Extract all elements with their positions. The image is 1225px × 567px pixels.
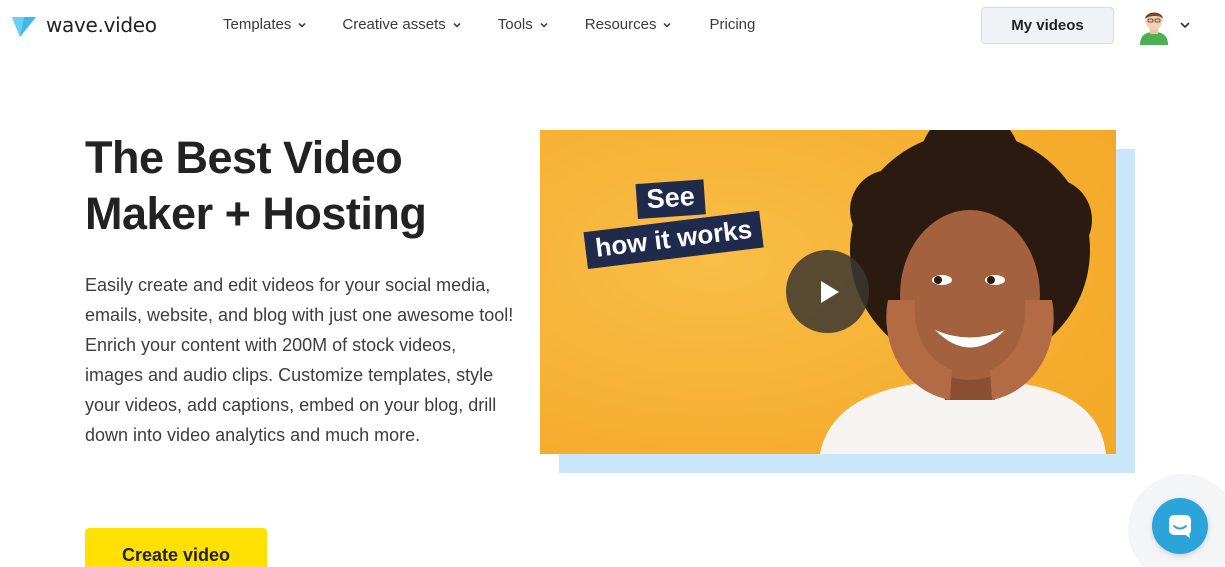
chat-widget-button[interactable] [1152, 498, 1208, 554]
nav-item-creative-assets[interactable]: Creative assets [342, 16, 461, 33]
nav-item-label: Templates [223, 16, 292, 33]
nav-item-label: Pricing [709, 16, 756, 33]
video-player[interactable] [540, 130, 1116, 454]
my-videos-button[interactable]: My videos [981, 7, 1114, 44]
chevron-down-icon [453, 22, 461, 28]
nav-item-templates[interactable]: Templates [223, 16, 307, 33]
hero-paragraph-1: Easily create and edit videos for your s… [85, 275, 514, 325]
play-button[interactable] [786, 250, 869, 333]
create-video-button[interactable]: Create video [85, 528, 267, 567]
nav-item-label: Resources [584, 16, 657, 33]
account-chevron-down-icon[interactable] [1179, 20, 1191, 30]
chevron-down-icon [663, 22, 672, 28]
nav-item-pricing[interactable]: Pricing [709, 16, 755, 33]
wave-logo-icon [12, 17, 36, 37]
nav-item-label: Tools [497, 16, 533, 33]
user-avatar-icon[interactable] [1137, 7, 1171, 45]
hero-title: The Best Video Maker + Hosting [85, 130, 505, 242]
nav-item-tools[interactable]: Tools [498, 16, 549, 33]
top-header: wave.video Templates Creative assets Too… [0, 0, 1225, 52]
hero-title-line-1: The Best Video [85, 132, 403, 183]
nav-item-label: Creative assets [342, 16, 446, 33]
video-tag-see: See [635, 179, 706, 219]
chat-icon [1169, 515, 1191, 538]
main-nav: Templates Creative assets Tools Resource… [223, 16, 755, 33]
brand-name: wave.video [46, 13, 157, 37]
nav-item-resources[interactable]: Resources [585, 16, 673, 33]
chevron-down-icon [298, 22, 306, 28]
brand-logo[interactable]: wave.video [10, 10, 157, 40]
hero-paragraph-2: Enrich your content with 200M of stock v… [85, 335, 497, 445]
hero-title-line-2: Maker + Hosting [85, 188, 427, 239]
chevron-down-icon [540, 22, 548, 28]
play-icon [820, 280, 839, 303]
hero-description: Easily create and edit videos for your s… [85, 270, 515, 450]
